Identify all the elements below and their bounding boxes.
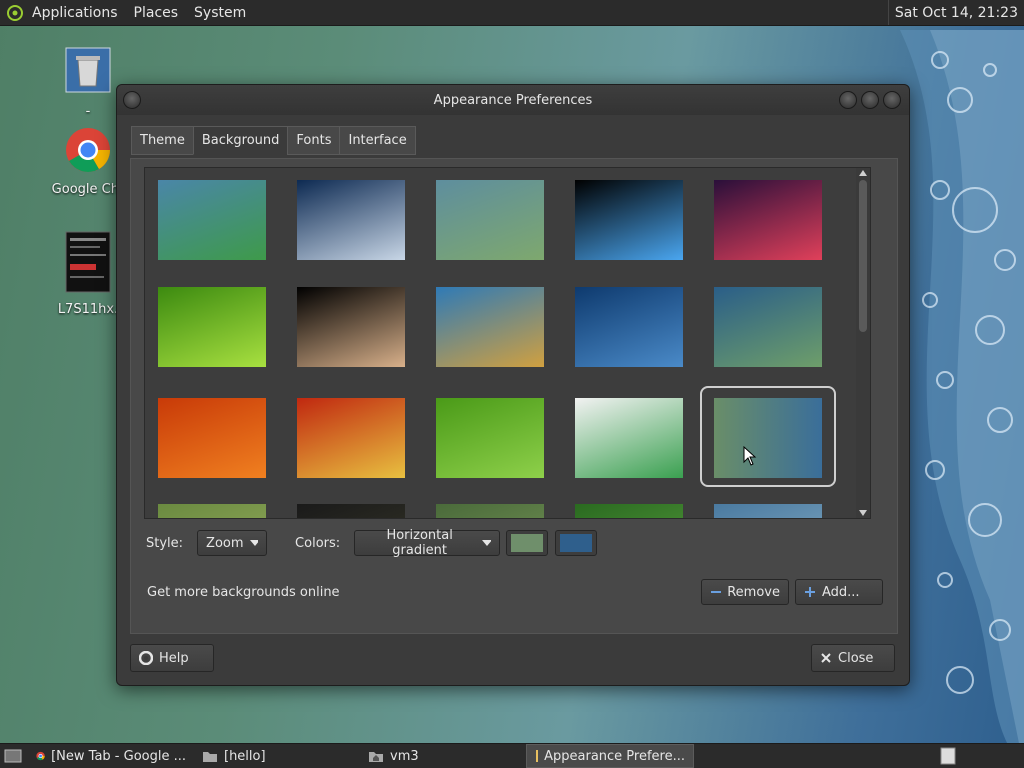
taskbar-item-label: [hello] [224, 748, 266, 764]
wallpaper-thumbnail[interactable] [436, 398, 544, 478]
taskbar-item-vm3[interactable]: vm3 [360, 745, 526, 767]
tab-fonts[interactable]: Fonts [287, 126, 341, 155]
add-icon [805, 587, 815, 597]
remove-icon [711, 591, 721, 593]
wallpaper-thumbnail[interactable] [158, 398, 266, 478]
maximize-button[interactable] [861, 91, 879, 109]
wallpaper-thumbnail[interactable] [436, 180, 544, 260]
wallpaper-thumbnail[interactable] [297, 398, 405, 478]
style-value: Zoom [206, 535, 244, 551]
chevron-down-icon [482, 540, 492, 546]
scrollbar-thumb[interactable] [859, 180, 867, 332]
primary-color-swatch [511, 534, 544, 552]
appearance-icon [536, 750, 539, 762]
wallpaper-thumbnail[interactable] [575, 287, 683, 367]
colors-dropdown[interactable]: Horizontal gradient [354, 528, 501, 558]
close-button[interactable]: Close [811, 644, 895, 672]
primary-color-button[interactable] [506, 530, 549, 556]
wallpaper-thumbnail[interactable] [714, 398, 822, 478]
wallpaper-scrollbar[interactable] [856, 168, 870, 518]
wallpaper-thumbnail[interactable] [714, 287, 822, 367]
trash-icon [65, 47, 111, 93]
top-panel: Applications Places System Sat Oct 14, 2… [0, 0, 1024, 26]
style-label: Style: [146, 535, 184, 551]
wallpaper-thumbnail[interactable] [714, 180, 822, 260]
taskbar-item-appearance[interactable]: Appearance Prefere... [526, 744, 694, 768]
window-title: Appearance Preferences [433, 92, 593, 108]
chrome-icon [36, 751, 45, 761]
secondary-color-swatch [560, 534, 593, 552]
wallpaper-thumbnail[interactable] [297, 504, 405, 518]
wallpaper-thumbnail[interactable] [158, 504, 266, 518]
mouse-cursor-icon [743, 446, 757, 466]
style-dropdown[interactable]: Zoom [197, 530, 268, 556]
wallpaper-thumbnail[interactable] [297, 180, 405, 260]
colors-label: Colors: [295, 535, 341, 551]
taskbar-item-label: vm3 [390, 748, 419, 764]
wallpaper-thumbnail[interactable] [297, 287, 405, 367]
wallpaper-thumbnail[interactable] [575, 180, 683, 260]
folder-icon [203, 752, 217, 762]
more-backgrounds-link[interactable]: Get more backgrounds online [147, 585, 340, 600]
tab-bar: Theme Background Fonts Interface [131, 126, 416, 155]
help-label: Help [159, 650, 189, 666]
minimize-button[interactable] [839, 91, 857, 109]
close-label: Close [838, 650, 874, 666]
home-folder-icon [369, 752, 383, 762]
chevron-down-icon [249, 540, 259, 546]
close-window-button[interactable] [883, 91, 901, 109]
remove-label: Remove [727, 584, 780, 600]
wallpaper-thumbnail[interactable] [575, 504, 683, 518]
add-button[interactable]: Add... [795, 579, 883, 605]
scroll-down-icon[interactable] [859, 510, 867, 516]
taskbar: [New Tab - Google ... [hello] vm3 Appear… [0, 743, 1024, 768]
taskbar-item-hello[interactable]: [hello] [194, 745, 360, 767]
secondary-color-button[interactable] [555, 530, 598, 556]
menu-applications[interactable]: Applications [24, 5, 126, 21]
taskbar-item-label: Appearance Prefere... [544, 748, 685, 764]
show-desktop-icon[interactable] [4, 748, 22, 764]
style-colors-row: Style: Zoom Colors: Horizontal gradient [146, 528, 598, 558]
wallpaper-thumbnail[interactable] [575, 398, 683, 478]
menu-places[interactable]: Places [126, 5, 187, 21]
window-menu-button[interactable] [123, 91, 141, 109]
appearance-preferences-window: Appearance Preferences Theme Background … [116, 84, 910, 686]
screenshot-file-icon [65, 231, 111, 293]
help-lifebuoy-icon [139, 651, 153, 665]
background-tab-panel: Style: Zoom Colors: Horizontal gradient … [130, 158, 898, 634]
scroll-up-icon[interactable] [859, 170, 867, 176]
menu-system[interactable]: System [186, 5, 254, 21]
wallpaper-thumbnail[interactable] [714, 504, 822, 518]
colors-value: Horizontal gradient [386, 528, 453, 558]
wallpaper-thumbnail[interactable] [158, 180, 266, 260]
add-label: Add... [822, 584, 860, 600]
wallpaper-thumbnail[interactable] [436, 287, 544, 367]
tab-theme[interactable]: Theme [131, 126, 194, 155]
taskbar-item-chrome[interactable]: [New Tab - Google ... [28, 745, 194, 767]
distro-logo-icon[interactable] [6, 4, 24, 22]
wallpaper-thumbnail[interactable] [436, 504, 544, 518]
wallpaper-grid [144, 167, 871, 519]
taskbar-item-label: [New Tab - Google ... [51, 748, 186, 764]
remove-button[interactable]: Remove [701, 579, 789, 605]
clock[interactable]: Sat Oct 14, 21:23 [887, 0, 1018, 25]
tab-background[interactable]: Background [192, 126, 289, 155]
chrome-icon [66, 128, 110, 172]
tab-interface[interactable]: Interface [339, 126, 416, 155]
help-button[interactable]: Help [130, 644, 214, 672]
close-icon [821, 653, 831, 663]
workspace-switcher-icon[interactable] [940, 747, 956, 765]
window-titlebar[interactable]: Appearance Preferences [117, 85, 909, 115]
wallpaper-thumbnail[interactable] [158, 287, 266, 367]
